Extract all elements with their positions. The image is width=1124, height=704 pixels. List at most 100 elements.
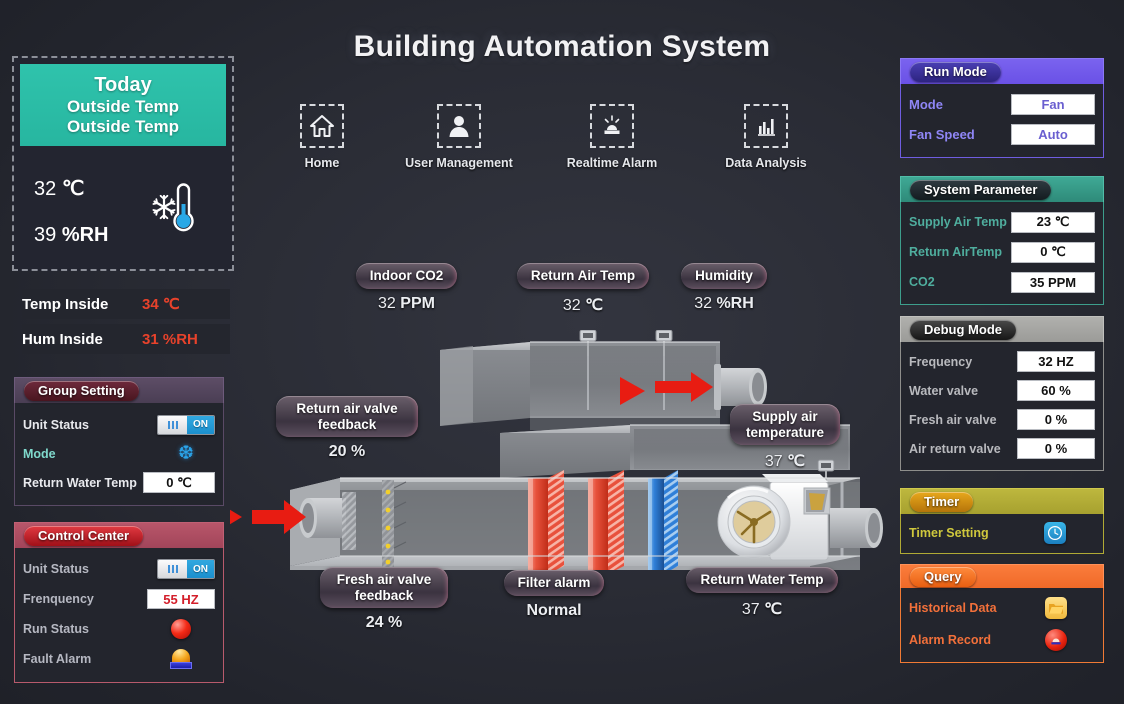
cc-frequency-label: Frenquency (23, 592, 94, 606)
cc-frequency-field[interactable]: 55 HZ (147, 589, 215, 609)
nav-label-data-analysis: Data Analysis (725, 156, 807, 170)
outside-conditions-body: 32 ℃ 39 %RH (20, 146, 226, 264)
timer-header: Timer (900, 488, 1104, 514)
tag-supply-air-temperature-unit: ℃ (787, 453, 806, 471)
tag-filter-alarm-status: Normal (526, 601, 582, 619)
red-lamp-icon (171, 619, 191, 639)
timer-panel: Timer Timer Setting (900, 488, 1104, 554)
tag-humidity-label[interactable]: Humidity (681, 263, 767, 289)
tag-indoor-co2-label[interactable]: Indoor CO2 (355, 263, 458, 289)
hum-inside-row: Hum Inside 31 %RH (22, 324, 230, 354)
tag-return-water-temp-number: 37 (741, 600, 760, 618)
tag-return-water-temp-label[interactable]: Return Water Temp (686, 567, 838, 593)
outside-temp-value: 32 (34, 178, 57, 200)
run-mode-mode-row: Mode Fan (901, 89, 1103, 119)
home-icon (300, 104, 344, 148)
folder-icon[interactable] (1045, 597, 1067, 619)
run-mode-title: Run Mode (910, 61, 1001, 82)
run-mode-fan-speed-field[interactable]: Auto (1011, 123, 1095, 145)
run-mode-panel: Run Mode Mode Fan Fan Speed Auto (900, 58, 1104, 158)
nav-item-data-analysis[interactable]: Data Analysis (706, 104, 826, 170)
outside-conditions-header: Today Outside Temp Outside Temp (20, 64, 226, 146)
query-historical-data-row: Historical Data (901, 592, 1103, 624)
debug-mode-title: Debug Mode (910, 319, 1016, 340)
timer-setting-label: Timer Setting (909, 526, 989, 540)
timer-body: Timer Setting (900, 514, 1104, 554)
system-parameter-title: System Parameter (910, 179, 1052, 200)
run-mode-header: Run Mode (900, 58, 1104, 84)
tag-return-air-temp-label[interactable]: Return Air Temp (516, 263, 650, 289)
tag-return-water-temp: Return Water Temp 37 ℃ (677, 567, 847, 619)
dm-fresh-air-valve-row: Fresh air valve 0 % (901, 405, 1103, 434)
tag-return-air-temp-unit: ℃ (585, 296, 604, 314)
query-header: Query (900, 564, 1104, 588)
sp-return-air-temp-label: Return AirTemp (909, 245, 1003, 259)
today-label: Today (94, 73, 152, 96)
group-unit-status-label: Unit Status (23, 417, 89, 432)
tag-supply-air-temperature-label[interactable]: Supply air temperature (730, 404, 840, 446)
control-center-body: Unit Status ON Frenquency 55 HZ Run Stat… (14, 548, 224, 683)
query-panel: Query Historical Data Alarm Record (900, 564, 1104, 663)
outside-conditions-widget: Today Outside Temp Outside Temp 32 ℃ 39 … (12, 56, 234, 271)
group-mode-row: Mode ❆ (15, 439, 223, 468)
tag-fresh-air-valve-feedback-unit: % (388, 614, 403, 632)
nav-label-realtime-alarm: Realtime Alarm (566, 156, 658, 170)
query-title: Query (910, 566, 976, 587)
tag-return-air-temp: Return Air Temp 32 ℃ (508, 263, 658, 315)
dm-fresh-air-valve-field[interactable]: 0 % (1017, 409, 1095, 430)
sp-return-air-temp-field[interactable]: 0 ℃ (1011, 241, 1095, 263)
tag-filter-alarm-label[interactable]: Filter alarm (503, 570, 605, 596)
sp-supply-air-temp-field[interactable]: 23 ℃ (1011, 211, 1095, 233)
sp-co2-label: CO2 (909, 275, 935, 289)
beacon-dome (172, 649, 190, 662)
tag-fresh-air-valve-feedback-label[interactable]: Fresh air valve feedback (320, 567, 448, 609)
tag-supply-air-temperature-value: 37 ℃ (730, 451, 840, 471)
clock-icon[interactable] (1044, 522, 1066, 544)
tag-supply-air-temperature-number: 37 (764, 453, 783, 471)
run-mode-body: Mode Fan Fan Speed Auto (900, 84, 1104, 158)
beacon-icon (170, 649, 192, 669)
group-unit-status-row: Unit Status ON (15, 410, 223, 439)
run-mode-fan-speed-label: Fan Speed (909, 126, 975, 142)
outside-temp-unit: ℃ (61, 178, 85, 200)
tag-return-air-temp-number: 32 (562, 296, 581, 314)
cc-unit-status-label: Unit Status (23, 562, 89, 576)
tag-indoor-co2-unit: PPM (400, 294, 435, 312)
nav-item-realtime-alarm[interactable]: Realtime Alarm (552, 104, 672, 170)
tag-return-water-temp-value: 37 ℃ (677, 599, 847, 619)
nav-item-home[interactable]: Home (262, 104, 382, 170)
group-unit-status-toggle[interactable]: ON (157, 414, 215, 435)
sp-co2-field[interactable]: 35 PPM (1011, 271, 1095, 293)
dm-frequency-label: Frequency (909, 354, 973, 369)
tag-humidity-value: 32 %RH (671, 295, 777, 313)
run-mode-mode-field[interactable]: Fan (1011, 93, 1095, 115)
temp-inside-label: Temp Inside (22, 295, 109, 313)
run-mode-mode-label: Mode (909, 96, 943, 112)
dm-air-return-valve-field[interactable]: 0 % (1017, 438, 1095, 459)
group-setting-header: Group Setting (14, 377, 224, 403)
tag-return-air-valve-feedback-label[interactable]: Return air valve feedback (276, 396, 418, 438)
dm-water-valve-field[interactable]: 60 % (1017, 380, 1095, 401)
group-return-water-temp-field[interactable]: 0 ℃ (143, 472, 215, 493)
tag-filter-alarm-value: Normal (492, 602, 616, 620)
outside-temp-readout: 32 ℃ (34, 176, 84, 201)
tag-return-air-temp-value: 32 ℃ (508, 295, 658, 315)
tag-fresh-air-valve-feedback-value: 24 % (320, 614, 448, 632)
tag-humidity: Humidity 32 %RH (671, 263, 777, 313)
query-historical-data-label: Historical Data (909, 601, 997, 615)
tag-indoor-co2: Indoor CO2 32 PPM (334, 263, 479, 313)
group-return-water-temp-label: Return Water Temp (23, 475, 137, 490)
cc-run-status-row: Run Status (15, 614, 223, 644)
bar-chart-icon (744, 104, 788, 148)
snowflake-icon[interactable]: ❆ (178, 444, 194, 463)
tag-supply-air-temperature: Supply air temperature 37 ℃ (730, 404, 840, 471)
alarm-icon[interactable] (1045, 629, 1067, 651)
sp-co2-row: CO2 35 PPM (901, 267, 1103, 297)
dm-air-return-valve-row: Air return valve 0 % (901, 434, 1103, 463)
cc-unit-status-toggle[interactable]: ON (157, 559, 215, 579)
toggle-on-label: ON (187, 415, 214, 434)
nav-item-user-management[interactable]: User Management (399, 104, 519, 170)
tag-return-air-valve-feedback-value: 20 % (276, 443, 418, 461)
debug-mode-body: Frequency 32 HZ Water valve 60 % Fresh a… (900, 342, 1104, 471)
dm-frequency-field[interactable]: 32 HZ (1017, 351, 1095, 372)
